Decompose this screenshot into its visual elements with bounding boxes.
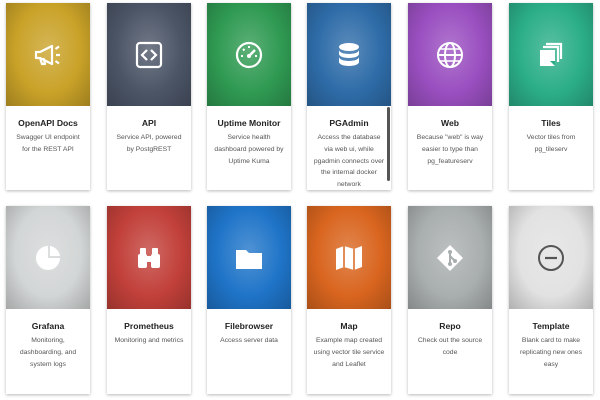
git-icon [434, 242, 466, 274]
card-description: Vector tiles from pg_tileserv [526, 134, 576, 153]
card-header-image [408, 3, 492, 106]
card-description: Monitoring, dashboarding, and system log… [19, 337, 77, 368]
card-title: OpenAPI Docs [18, 118, 78, 128]
card-title: Filebrowser [224, 321, 274, 331]
card-web[interactable]: Web Because "web" is way easier to type t… [408, 3, 492, 190]
card-header-image [6, 3, 90, 106]
card-header-image [107, 206, 191, 309]
card-description: Example map created using vector tile se… [313, 337, 385, 368]
card-template[interactable]: Template Blank card to make replicating n… [509, 206, 593, 394]
card-description: Check out the source code [417, 337, 483, 356]
tiles-icon [535, 39, 567, 71]
card-filebrowser[interactable]: Filebrowser Access server data [207, 206, 291, 394]
card-openapi-docs[interactable]: OpenAPI Docs Swagger UI endpoint for the … [6, 3, 90, 190]
speedometer-icon [233, 39, 265, 71]
minus-circle-icon [535, 242, 567, 274]
card-title: PGAdmin [329, 118, 369, 128]
pie-chart-icon [32, 242, 64, 274]
card-prometheus[interactable]: Prometheus Monitoring and metrics [107, 206, 191, 394]
card-title: Prometheus [124, 321, 174, 331]
card-title: Grafana [31, 321, 65, 331]
code-icon [133, 39, 165, 71]
card-title: Map [340, 321, 358, 331]
map-icon [333, 242, 365, 274]
card-header-image [509, 206, 593, 309]
card-title: Repo [439, 321, 461, 331]
megaphone-icon [32, 39, 64, 71]
card-description: Because "web" is way easier to type than… [416, 134, 484, 165]
globe-icon [434, 39, 466, 71]
card-header-image [408, 206, 492, 309]
card-header-image [107, 3, 191, 106]
card-description: Service API, powered by PostgREST [116, 134, 182, 153]
card-grafana[interactable]: Grafana Monitoring, dashboarding, and sys… [6, 206, 90, 394]
card-title: Web [441, 118, 459, 128]
binoculars-icon [133, 242, 165, 274]
card-pgadmin[interactable]: PGAdmin Access the database via web ui, w… [307, 3, 391, 190]
card-description: Monitoring and metrics [114, 337, 184, 344]
card-scrollbar[interactable] [387, 107, 390, 181]
database-icon [333, 39, 365, 71]
card-header-image [207, 206, 291, 309]
card-header-image [307, 3, 391, 106]
card-description: Service health dashboard powered by Upti… [214, 134, 284, 165]
card-repo[interactable]: Repo Check out the source code [408, 206, 492, 394]
card-description: Blank card to make replicating new ones … [520, 337, 582, 368]
card-header-image [307, 206, 391, 309]
folder-icon [233, 242, 265, 274]
card-header-image [207, 3, 291, 106]
card-header-image [509, 3, 593, 106]
card-header-image [6, 206, 90, 309]
card-description: Access the database via web ui, while pg… [313, 134, 385, 189]
card-description: Access server data [220, 337, 278, 344]
card-description: Swagger UI endpoint for the REST API [16, 134, 80, 153]
card-tiles[interactable]: Tiles Vector tiles from pg_tileserv [509, 3, 593, 190]
card-title: Uptime Monitor [217, 118, 281, 128]
card-map[interactable]: Map Example map created using vector tile… [307, 206, 391, 394]
card-title: Tiles [541, 118, 561, 128]
card-api[interactable]: API Service API, powered by PostgREST [107, 3, 191, 190]
card-uptime-monitor[interactable]: Uptime Monitor Service health dashboard p… [207, 3, 291, 190]
card-title: API [141, 118, 157, 128]
card-title: Template [532, 321, 570, 331]
